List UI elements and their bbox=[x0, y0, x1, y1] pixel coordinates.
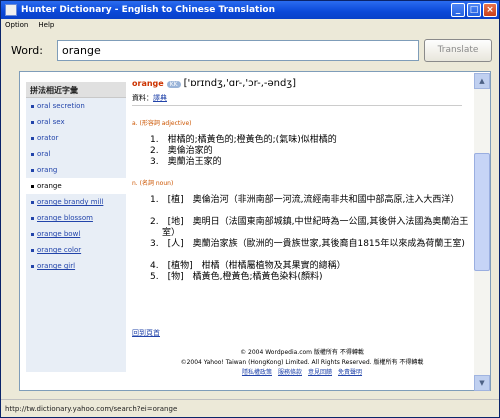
sidebar-item[interactable]: oral secretion bbox=[26, 98, 126, 114]
headword: orange bbox=[132, 79, 164, 88]
status-bar: http://tw.dictionary.yahoo.com/search?ei… bbox=[1, 399, 499, 417]
bullet-icon bbox=[31, 216, 34, 220]
footer-link[interactable]: 隱私權政策 bbox=[242, 369, 272, 376]
bullet-icon bbox=[31, 232, 34, 236]
noun-pos-label: n. (名詞 noun) bbox=[132, 180, 174, 187]
maximize-button[interactable]: □ bbox=[467, 3, 481, 17]
sidebar-item-label: oral bbox=[37, 150, 51, 158]
sidebar-item[interactable]: orange blossom bbox=[26, 210, 126, 226]
sidebar-item[interactable]: orange bowl bbox=[26, 226, 126, 242]
minimize-button[interactable]: _ bbox=[451, 3, 465, 17]
sidebar-item[interactable]: orange bbox=[26, 178, 126, 194]
sidebar-item-label: orange blossom bbox=[37, 214, 93, 222]
sidebar-item[interactable]: orator bbox=[26, 130, 126, 146]
sidebar-item-label: orange brandy mill bbox=[37, 198, 104, 206]
adj-definitions: 1. 柑橘的;橘黃色的;橙黃色的;(氣味)似柑橘的 2. 奧倫治家的 3. 奧蘭治王… bbox=[150, 135, 482, 168]
noun-definition: 3. [人] 奧蘭治家族（歐洲的一貴族世家,其後裔自1815年以來成為荷蘭王室) bbox=[150, 239, 465, 249]
footer-link[interactable]: 免責聲明 bbox=[338, 369, 362, 376]
bullet-icon bbox=[31, 152, 34, 156]
adj-pos-label: a. (形容詞 adjective) bbox=[132, 120, 192, 127]
adj-definition: 3. 奧蘭治王家的 bbox=[150, 157, 222, 167]
sidebar-item[interactable]: orange girl bbox=[26, 258, 126, 274]
bullet-icon bbox=[31, 136, 34, 140]
menu-help[interactable]: Help bbox=[38, 19, 54, 31]
sidebar-item[interactable]: oral bbox=[26, 146, 126, 162]
sidebar-item[interactable]: orange brandy mill bbox=[26, 194, 126, 210]
sidebar-item[interactable]: orange color bbox=[26, 242, 126, 258]
bullet-icon bbox=[31, 120, 34, 124]
sidebar-item-label: orator bbox=[37, 134, 59, 142]
bullet-icon bbox=[31, 264, 34, 268]
copyright-line-2: ©2004 Yahoo! Taiwan (HongKong) Limited. … bbox=[180, 359, 424, 366]
window-title: Hunter Dictionary - English to Chinese T… bbox=[21, 5, 276, 15]
adj-definition: 1. 柑橘的;橘黃色的;橙黃色的;(氣味)似柑橘的 bbox=[150, 135, 337, 145]
sidebar-item-label: oral secretion bbox=[37, 102, 85, 110]
bullet-icon bbox=[31, 184, 34, 188]
scroll-thumb[interactable] bbox=[474, 153, 490, 271]
noun-definition: 5. [物] 橘黃色,橙黃色;橘黃色染料(顏料) bbox=[150, 272, 323, 282]
sidebar-item-label: orang bbox=[37, 166, 58, 174]
footer-link[interactable]: 服務條款 bbox=[278, 369, 302, 376]
menu-option[interactable]: Option bbox=[5, 19, 28, 31]
sidebar-item-label: orange girl bbox=[37, 262, 76, 270]
menu-bar: Option Help bbox=[1, 19, 499, 31]
sidebar-item[interactable]: orang bbox=[26, 162, 126, 178]
adj-definition: 2. 奧倫治家的 bbox=[150, 146, 213, 156]
result-panel: 拼法相近字彙 oral secretion oral sex orator oral o… bbox=[19, 71, 491, 391]
scroll-down-arrow-icon[interactable]: ▼ bbox=[474, 375, 490, 391]
source-link[interactable]: 譯典 bbox=[153, 94, 167, 102]
definition-content: orange KK ['ɒrɪndʒ,'ɑr-,'ɔr-,-əndʒ] 資料：譯典 … bbox=[132, 78, 482, 386]
footer-link[interactable]: 意見回饋 bbox=[308, 369, 332, 376]
word-input[interactable] bbox=[57, 40, 419, 61]
noun-definitions: 1. [植] 奧倫治河（非洲南部一河流,流經南非共和國中部高原,注入大西洋） 2.… bbox=[150, 195, 482, 283]
copyright: © 2004 Wordpedia.com 版權所有 不得轉載 ©2004 Yah… bbox=[132, 348, 472, 378]
bullet-icon bbox=[31, 200, 34, 204]
similar-words-sidebar: 拼法相近字彙 oral secretion oral sex orator oral o… bbox=[26, 82, 126, 372]
sidebar-item-label: orange bowl bbox=[37, 230, 81, 238]
sidebar-item[interactable]: oral sex bbox=[26, 114, 126, 130]
sidebar-header: 拼法相近字彙 bbox=[26, 82, 126, 98]
bullet-icon bbox=[31, 168, 34, 172]
back-to-top-link[interactable]: 回到頁首 bbox=[132, 328, 160, 338]
noun-definition: 4. [植物] 柑橘（柑橘屬植物及其果實的總稱） bbox=[150, 261, 346, 271]
source-label: 資料： bbox=[132, 94, 153, 102]
noun-definition: 2. [地] 奧明日（法國東南部城鎮,中世紀時為一公國,其後併入法國為奧蘭治王室… bbox=[150, 217, 469, 238]
translate-button[interactable]: Translate bbox=[424, 39, 492, 62]
title-bar[interactable]: Hunter Dictionary - English to Chinese T… bbox=[1, 1, 499, 19]
sidebar-item-label: orange bbox=[37, 182, 62, 190]
word-label: Word: bbox=[11, 44, 43, 57]
sidebar-item-label: orange color bbox=[37, 246, 82, 254]
scroll-up-arrow-icon[interactable]: ▲ bbox=[474, 73, 490, 89]
bullet-icon bbox=[31, 104, 34, 108]
headword-line: orange KK ['ɒrɪndʒ,'ɑr-,'ɔr-,-əndʒ] bbox=[132, 78, 482, 89]
app-icon bbox=[5, 4, 17, 16]
sidebar-item-label: oral sex bbox=[37, 118, 65, 126]
copyright-line-1: © 2004 Wordpedia.com 版權所有 不得轉載 bbox=[240, 349, 364, 356]
pronunciation-badge[interactable]: KK bbox=[166, 81, 181, 88]
vertical-scrollbar[interactable]: ▲ ▼ bbox=[474, 73, 490, 391]
source-line: 資料：譯典 bbox=[132, 93, 462, 106]
noun-definition: 1. [植] 奧倫治河（非洲南部一河流,流經南非共和國中部高原,注入大西洋） bbox=[150, 195, 460, 205]
app-window: Hunter Dictionary - English to Chinese T… bbox=[0, 0, 500, 418]
phonetic: ['ɒrɪndʒ,'ɑr-,'ɔr-,-əndʒ] bbox=[183, 78, 297, 89]
close-button[interactable]: × bbox=[483, 3, 497, 17]
search-row: Word: Translate bbox=[1, 35, 499, 65]
bullet-icon bbox=[31, 248, 34, 252]
